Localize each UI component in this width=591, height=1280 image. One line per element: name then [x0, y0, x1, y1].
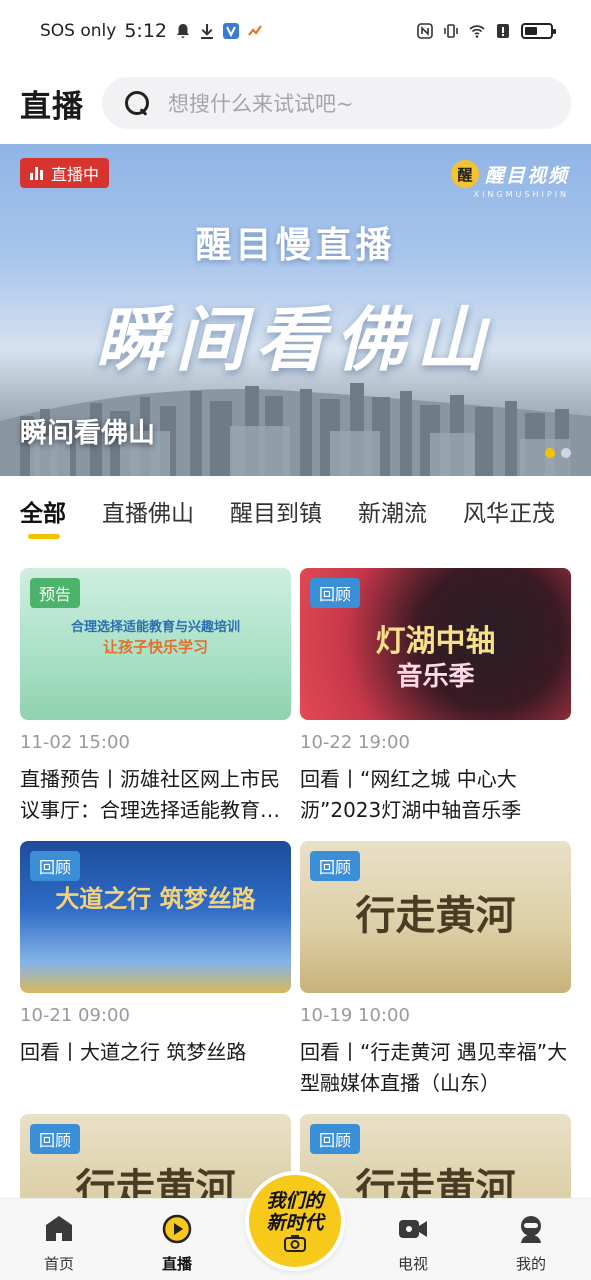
bottom-nav: 首页 直播 我们的 新时代 电视 我的: [0, 1171, 591, 1280]
wifi-icon: [469, 25, 485, 38]
tab-2[interactable]: 醒目到镇: [230, 476, 322, 556]
brand-subtitle: XINGMUSHIPIN: [473, 190, 569, 199]
vibrate-icon: [444, 24, 458, 38]
nav-label-profile: 我的: [515, 1255, 546, 1273]
thumbnail-subtitle: 音乐季: [396, 662, 475, 692]
banner-subtitle: 醒目慢直播: [195, 225, 396, 266]
brand-name: 醒目视频: [484, 164, 569, 187]
thumbnail-subtitle: 让孩子快乐学习: [102, 638, 208, 656]
live-play-icon: [162, 1214, 192, 1244]
tab-label: 风华正茂: [463, 501, 555, 527]
live-badge: 直播中: [20, 158, 110, 188]
banner-headline: 瞬间看佛山: [95, 298, 496, 381]
carousel-dot[interactable]: [545, 448, 555, 458]
profile-icon: [521, 1216, 541, 1243]
nav-live[interactable]: 直播: [137, 1199, 217, 1280]
card-status-tag: 回顾: [30, 851, 81, 881]
nfc-icon: [417, 23, 433, 39]
tab-4[interactable]: 风华正茂: [463, 476, 555, 556]
thumbnail-title: 大道之行 筑梦丝路: [55, 885, 256, 913]
tab-label: 醒目到镇: [230, 501, 322, 527]
tv-camera-icon: [399, 1220, 427, 1238]
card-thumbnail[interactable]: 行走黄河 回顾: [300, 841, 571, 993]
search-icon: [124, 90, 150, 116]
tab-label: 直播佛山: [102, 501, 194, 527]
card-time: 10-21 09:00: [20, 1005, 130, 1026]
search-bar[interactable]: 想搜什么来试试吧~: [102, 77, 571, 129]
app-notification-icon: [223, 23, 239, 39]
brand-logo-icon: 醒: [450, 160, 479, 188]
banner-caption: 瞬间看佛山: [20, 418, 155, 449]
category-tabs: 全部 直播佛山 醒目到镇 新潮流 风华正茂: [0, 476, 591, 556]
card-thumbnail[interactable]: 灯湖中轴 音乐季 回顾: [300, 568, 571, 720]
live-bars-icon: [30, 166, 43, 180]
nav-label-live: 直播: [161, 1255, 192, 1273]
carousel-dots[interactable]: [545, 448, 571, 458]
card-status-tag: 回顾: [310, 851, 361, 881]
card-title[interactable]: 回看丨“行走黄河 遇见幸福”大型融媒体直播（山东）: [300, 1037, 571, 1099]
clock: 5:12: [124, 20, 167, 42]
bell-icon: [177, 24, 189, 38]
home-icon: [46, 1216, 72, 1241]
nav-home[interactable]: 首页: [19, 1199, 99, 1280]
live-badge-label: 直播中: [51, 165, 100, 184]
card-title[interactable]: 回看丨大道之行 筑梦丝路: [20, 1037, 291, 1099]
nav-label-home: 首页: [43, 1255, 74, 1273]
card-thumbnail[interactable]: 大道之行 筑梦丝路 回顾: [20, 841, 291, 993]
card-status-tag: 回顾: [310, 1124, 361, 1154]
tab-3[interactable]: 新潮流: [358, 476, 427, 556]
card-title[interactable]: 回看丨“网红之城 中心大沥”2023灯湖中轴音乐季: [300, 764, 571, 826]
card-time: 11-02 15:00: [20, 732, 130, 753]
carrier-text: SOS only: [40, 21, 117, 41]
battery-icon: [521, 23, 556, 39]
status-bar: SOS only 5:12: [0, 0, 591, 62]
nav-label-tv: 电视: [397, 1255, 428, 1273]
tab-label: 全部: [20, 501, 66, 527]
nav-tv[interactable]: 电视: [373, 1199, 453, 1280]
card-time: 10-19 10:00: [300, 1005, 410, 1026]
card-status-tag: 预告: [30, 578, 81, 608]
page-title: 直播: [20, 88, 84, 125]
thumbnail-title: 行走黄河: [355, 892, 516, 939]
card-title[interactable]: 直播预告丨沥雄社区网上市民议事厅：合理选择适能教育与兴趣培训: [20, 764, 291, 826]
live-card[interactable]: 大道之行 筑梦丝路 回顾 10-21 09:00 回看丨大道之行 筑梦丝路: [20, 841, 291, 1099]
header: 直播 想搜什么来试试吧~: [0, 62, 591, 144]
download-icon: [201, 24, 213, 39]
live-card[interactable]: 灯湖中轴 音乐季 回顾 10-22 19:00 回看丨“网红之城 中心大沥”2023灯湖…: [300, 568, 571, 826]
nav-center-line2: 新时代: [266, 1212, 324, 1234]
live-banner[interactable]: 直播中 醒 醒目视频 XINGMUSHIPIN 醒目慢直播 瞬间看佛山 瞬间看佛…: [0, 144, 591, 476]
camera-icon: [284, 1235, 306, 1252]
nav-center-line1: 我们的: [266, 1190, 324, 1212]
card-status-tag: 回顾: [310, 578, 361, 608]
brand-logo: 醒 醒目视频: [450, 160, 569, 188]
card-status-tag: 回顾: [30, 1124, 81, 1154]
card-time: 10-22 19:00: [300, 732, 410, 753]
nav-profile[interactable]: 我的: [491, 1199, 571, 1280]
carousel-dot[interactable]: [561, 448, 571, 458]
card-thumbnail[interactable]: 合理选择适能教育与兴趣培训 让孩子快乐学习 预告: [20, 568, 291, 720]
tab-active-indicator: [28, 534, 60, 539]
live-card[interactable]: 合理选择适能教育与兴趣培训 让孩子快乐学习 预告 11-02 15:00 直播预告丨沥雄…: [20, 568, 291, 826]
tab-0[interactable]: 全部: [20, 476, 66, 556]
tab-label: 新潮流: [358, 501, 427, 527]
thumbnail-title: 合理选择适能教育与兴趣培训: [70, 620, 240, 635]
search-input[interactable]: 想搜什么来试试吧~: [168, 88, 354, 118]
alert-icon: [497, 24, 509, 38]
thumbnail-title: 灯湖中轴: [375, 624, 496, 659]
live-card[interactable]: 行走黄河 回顾 10-19 10:00 回看丨“行走黄河 遇见幸福”大型融媒体直播（山…: [300, 841, 571, 1099]
nav-center-button[interactable]: 我们的 新时代: [245, 1171, 345, 1271]
tab-1[interactable]: 直播佛山: [102, 476, 194, 556]
activity-icon: [248, 25, 262, 36]
